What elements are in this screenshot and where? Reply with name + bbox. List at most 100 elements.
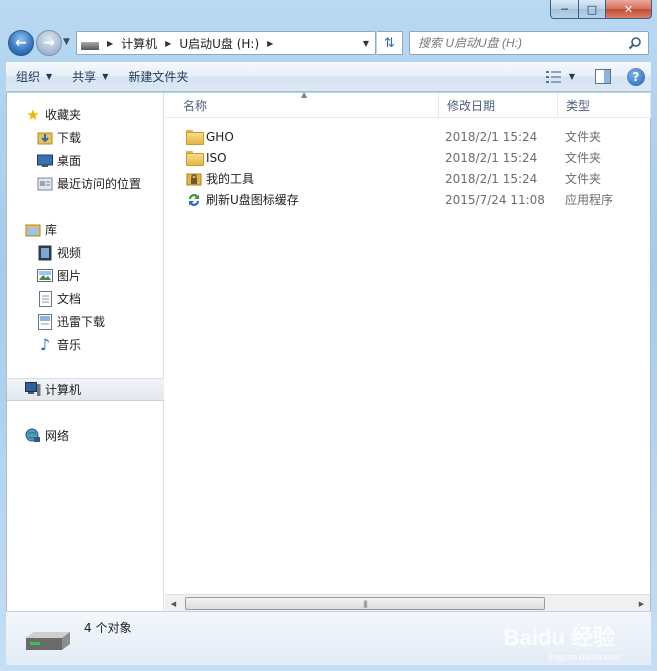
- close-button[interactable]: ✕: [606, 0, 652, 19]
- help-button[interactable]: ?: [627, 67, 645, 86]
- sidebar-item-videos[interactable]: 视频: [7, 241, 164, 264]
- sidebar-item-label: 文档: [57, 292, 82, 306]
- column-date-header[interactable]: 修改日期: [439, 93, 558, 118]
- refresh-button[interactable]: ⇅: [377, 31, 403, 55]
- recent-pages-dropdown[interactable]: ▼: [63, 37, 70, 47]
- horizontal-scrollbar[interactable]: ◀ ||| ▶: [165, 594, 650, 611]
- download-folder-icon: [37, 130, 53, 146]
- locked-folder-icon: [186, 171, 202, 187]
- breadcrumb-separator-icon[interactable]: ▶: [267, 39, 273, 48]
- file-name: 刷新U盘图标缓存: [206, 193, 299, 207]
- sidebar-item-libraries[interactable]: 库: [7, 218, 164, 241]
- arrow-left-icon: ←: [15, 35, 27, 51]
- scroll-left-icon[interactable]: ◀: [165, 595, 182, 612]
- folder-icon: [186, 129, 204, 145]
- address-dropdown-icon[interactable]: ▼: [363, 39, 369, 48]
- scroll-right-icon[interactable]: ▶: [633, 595, 650, 612]
- breadcrumb-separator-icon[interactable]: ▶: [165, 39, 171, 48]
- new-folder-button[interactable]: 新建文件夹: [118, 62, 198, 91]
- file-row-iso[interactable]: ISO 2018/2/1 15:24 文件夹: [165, 147, 650, 168]
- main-area: ★ 收藏夹 下载 桌面 最近访问的位置 库 视频 图片 文档 迅雷下载 ♪ 音乐…: [6, 90, 651, 611]
- maximize-button[interactable]: □: [579, 0, 606, 19]
- usb-drive-icon: [26, 632, 70, 650]
- file-row-refresh-app[interactable]: 刷新U盘图标缓存 2015/7/24 11:08 应用程序: [165, 189, 650, 210]
- sidebar-item-pictures[interactable]: 图片: [7, 264, 164, 287]
- baidu-watermark-url: jingyan.baidu.com: [548, 652, 621, 662]
- file-date: 2018/2/1 15:24: [445, 171, 538, 186]
- file-date: 2018/2/1 15:24: [445, 129, 538, 144]
- navigation-bar: ← → ▼ ▶ 计算机 ▶ U启动U盘 (H:) ▶ ▼ ⇅: [0, 28, 657, 58]
- details-pane: 4 个对象 Baidu 经验 jingyan.baidu.com: [6, 611, 651, 665]
- sidebar-item-label: 音乐: [57, 338, 82, 352]
- sidebar-item-documents[interactable]: 文档: [7, 287, 164, 310]
- pictures-library-icon: [37, 268, 53, 284]
- forward-button[interactable]: →: [36, 30, 62, 56]
- file-list-pane: ▲ 名称 修改日期 类型 GHO 2018/2/1 15:24 文件夹 ISO …: [165, 90, 651, 611]
- sidebar-item-downloads[interactable]: 下载: [7, 126, 164, 149]
- file-list: GHO 2018/2/1 15:24 文件夹 ISO 2018/2/1 15:2…: [165, 126, 650, 210]
- sidebar-item-label: 网络: [45, 429, 70, 443]
- minimize-button[interactable]: ─: [550, 0, 579, 19]
- sidebar-item-label: 最近访问的位置: [57, 177, 142, 191]
- sidebar-item-recent[interactable]: 最近访问的位置: [7, 172, 164, 195]
- organize-label: 组织: [16, 70, 41, 84]
- breadcrumb-separator-icon[interactable]: ▶: [107, 39, 113, 48]
- drive-icon: [81, 42, 99, 50]
- new-folder-label: 新建文件夹: [128, 70, 189, 84]
- back-button[interactable]: ←: [8, 30, 34, 56]
- scrollbar-thumb[interactable]: |||: [185, 597, 545, 610]
- libraries-group: 库 视频 图片 文档 迅雷下载 ♪ 音乐: [7, 218, 164, 356]
- view-dropdown-icon[interactable]: ▼: [569, 72, 575, 81]
- breadcrumb-drive[interactable]: U启动U盘 (H:): [179, 35, 259, 52]
- search-icon[interactable]: [628, 36, 642, 50]
- chevron-down-icon: ▼: [46, 72, 53, 81]
- file-date: 2015/7/24 11:08: [445, 192, 545, 207]
- column-type-header[interactable]: 类型: [558, 93, 651, 118]
- file-row-tools[interactable]: 我的工具 2018/2/1 15:24 文件夹: [165, 168, 650, 189]
- column-type-label: 类型: [566, 99, 591, 113]
- computer-icon: [25, 382, 41, 398]
- desktop-icon: [37, 153, 53, 169]
- organize-menu[interactable]: 组织 ▼: [6, 62, 62, 91]
- file-date: 2018/2/1 15:24: [445, 150, 538, 165]
- search-input[interactable]: [418, 36, 628, 50]
- share-menu[interactable]: 共享 ▼: [62, 62, 118, 91]
- recent-places-icon: [37, 176, 53, 192]
- sidebar-item-label: 迅雷下载: [57, 315, 106, 329]
- video-library-icon: [37, 245, 53, 261]
- documents-library-icon: [37, 290, 53, 307]
- sidebar-item-network[interactable]: 网络: [7, 424, 164, 447]
- sidebar-item-label: 计算机: [45, 383, 82, 397]
- xunlei-download-icon: [37, 313, 53, 330]
- sidebar-item-favorites[interactable]: ★ 收藏夹: [7, 103, 164, 126]
- command-bar: 组织 ▼ 共享 ▼ 新建文件夹 ▼ ?: [6, 62, 651, 92]
- refresh-icon: ⇅: [384, 35, 395, 51]
- arrow-right-icon: →: [43, 35, 55, 51]
- file-type: 文件夹: [565, 130, 602, 144]
- view-options-icon[interactable]: [545, 70, 563, 84]
- baidu-watermark: Baidu 经验: [503, 625, 615, 650]
- explorer-window: ─ □ ✕ ← → ▼ ▶ 计算机 ▶ U启动U盘 (H:) ▶ ▼ ⇅ 搜索 …: [0, 0, 657, 671]
- column-name-label: 名称: [183, 99, 208, 113]
- sidebar-item-xunlei[interactable]: 迅雷下载: [7, 310, 164, 333]
- breadcrumb-computer[interactable]: 计算机: [121, 35, 157, 52]
- chevron-down-icon: ▼: [102, 72, 109, 81]
- sidebar-item-music[interactable]: ♪ 音乐: [7, 333, 164, 356]
- star-icon: ★: [26, 105, 40, 124]
- column-date-label: 修改日期: [447, 99, 496, 113]
- column-headers: ▲ 名称 修改日期 类型: [165, 90, 651, 118]
- file-type: 文件夹: [565, 151, 602, 165]
- search-box[interactable]: [409, 31, 649, 55]
- file-row-gho[interactable]: GHO 2018/2/1 15:24 文件夹: [165, 126, 650, 147]
- file-type: 文件夹: [565, 172, 602, 186]
- sidebar-item-label: 下载: [57, 131, 82, 145]
- column-name-header[interactable]: 名称: [175, 93, 439, 118]
- library-icon: [25, 222, 41, 238]
- preview-pane-icon[interactable]: [595, 69, 611, 84]
- caption-buttons: ─ □ ✕: [550, 0, 652, 19]
- sidebar-item-desktop[interactable]: 桌面: [7, 149, 164, 172]
- address-bar[interactable]: ▶ 计算机 ▶ U启动U盘 (H:) ▶ ▼: [76, 31, 376, 55]
- music-library-icon: ♪: [39, 335, 51, 354]
- item-count: 4 个对象: [84, 621, 132, 635]
- sidebar-item-computer[interactable]: 计算机: [7, 378, 164, 401]
